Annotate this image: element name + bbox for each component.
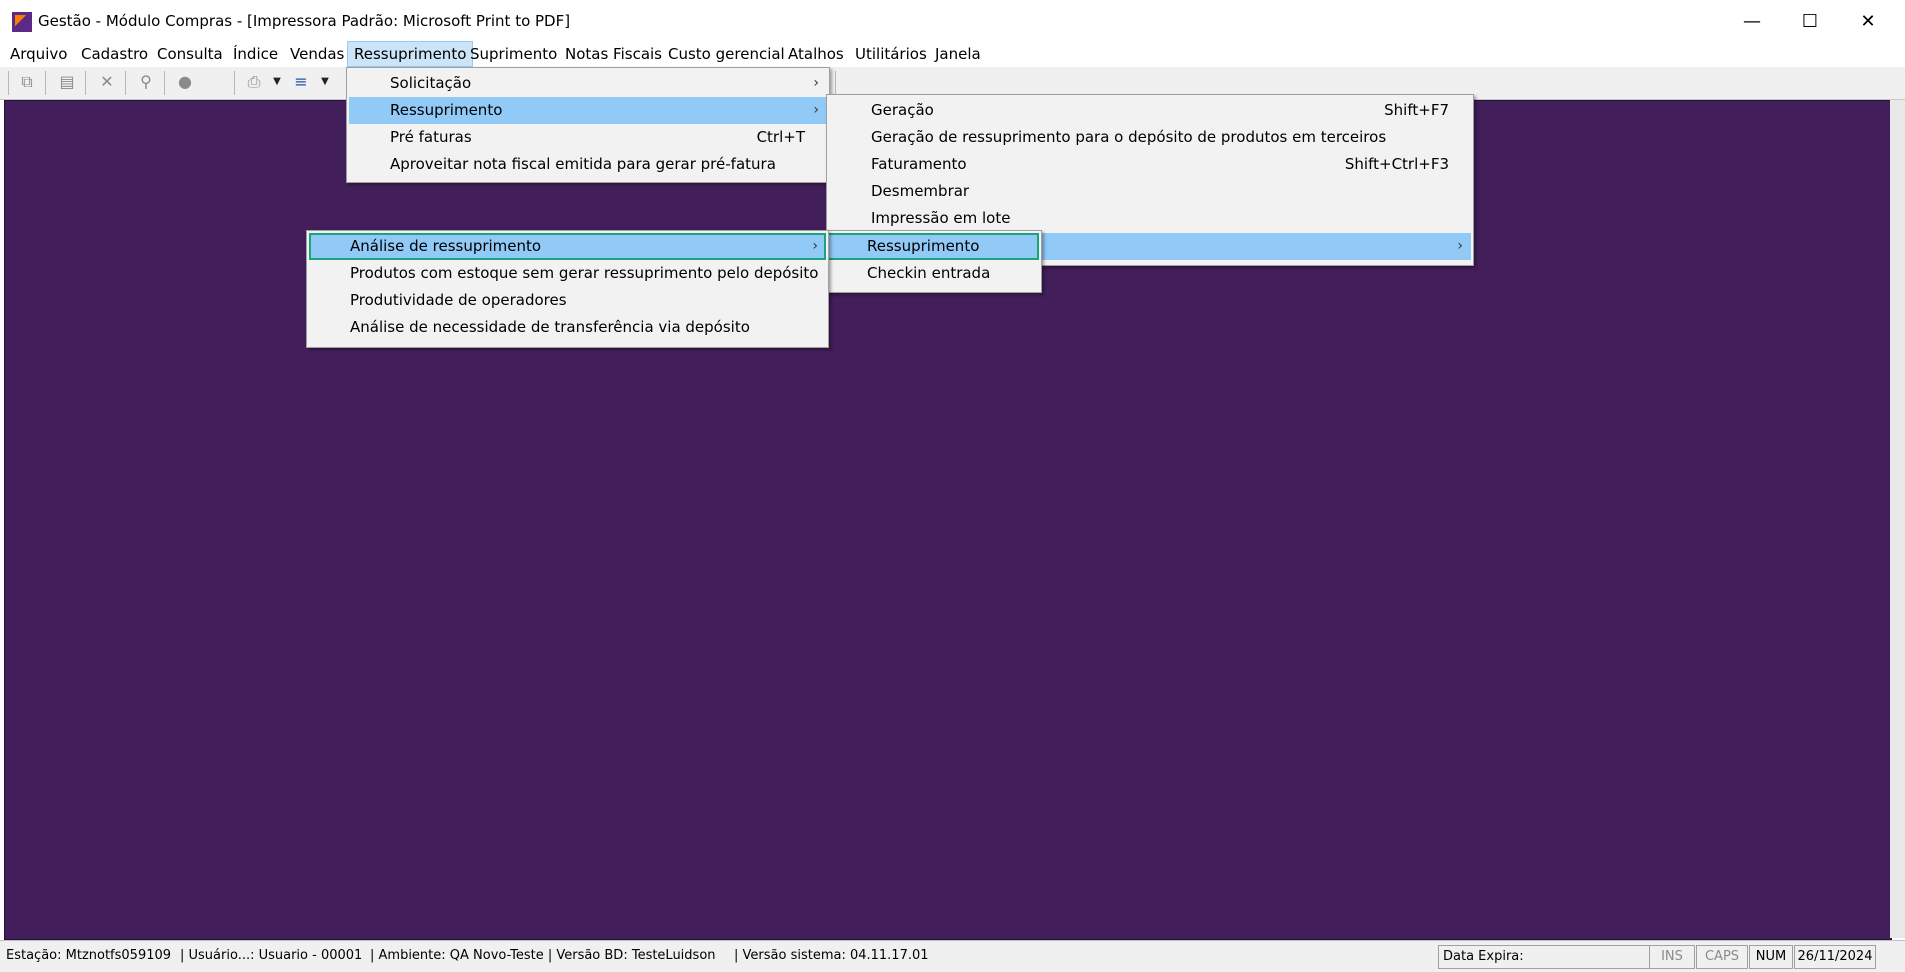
toolbar-separator xyxy=(8,71,9,95)
menu-indice[interactable]: Índice xyxy=(227,42,284,66)
menu-janela[interactable]: Janela xyxy=(929,42,987,66)
toolbar-separator xyxy=(234,71,235,95)
menu-item-solicitacao[interactable]: Solicitação › xyxy=(349,70,827,97)
toolbar-separator xyxy=(125,71,126,95)
close-button[interactable]: ✕ xyxy=(1839,0,1897,44)
status-date: 26/11/2024 xyxy=(1794,945,1876,969)
print-icon[interactable]: ⎙ xyxy=(243,71,265,93)
copy-icon[interactable]: ⧉ xyxy=(16,71,38,93)
menu-arquivo[interactable]: Arquivo xyxy=(4,42,73,66)
analise-parent-submenu: Ressuprimento Checkin entrada xyxy=(823,230,1042,293)
status-caps: CAPS xyxy=(1696,945,1748,969)
menu-item-impressao-lote[interactable]: Impressão em lote xyxy=(829,205,1471,232)
menu-item-produtos-estoque[interactable]: Produtos com estoque sem gerar ressuprim… xyxy=(309,260,826,287)
menu-item-aproveitar-nota[interactable]: Aproveitar nota fiscal emitida para gera… xyxy=(349,151,827,178)
menu-cadastro[interactable]: Cadastro xyxy=(75,42,154,66)
status-estacao: Estação: Mtznotfs059109 xyxy=(6,948,172,963)
menu-utilitarios[interactable]: Utilitários xyxy=(849,42,933,66)
record-icon[interactable]: ● xyxy=(174,71,196,93)
app-logo-icon xyxy=(12,12,32,32)
export-icon[interactable]: ≡ xyxy=(290,71,312,93)
menu-item-ressuprimento-sub[interactable]: Ressuprimento xyxy=(826,233,1039,260)
status-bar: Estação: Mtznotfs059109 | Usuário...: Us… xyxy=(0,940,1905,972)
menu-suprimento[interactable]: Suprimento xyxy=(464,42,563,66)
menu-item-checkin-entrada[interactable]: Checkin entrada xyxy=(826,260,1039,287)
menu-item-produtividade[interactable]: Produtividade de operadores xyxy=(309,287,826,314)
menu-item-faturamento[interactable]: Faturamento Shift+Ctrl+F3 xyxy=(829,151,1471,178)
export-dropdown-icon[interactable]: ▼ xyxy=(314,71,336,93)
window-title: Gestão - Módulo Compras - [Impressora Pa… xyxy=(38,12,571,30)
print-dropdown-icon[interactable]: ▼ xyxy=(266,71,288,93)
chevron-right-icon: › xyxy=(1457,238,1463,254)
chevron-right-icon: › xyxy=(812,238,818,254)
menu-notas-fiscais[interactable]: Notas Fiscais xyxy=(559,42,668,66)
search-key-icon[interactable]: ⚲ xyxy=(135,71,157,93)
toolbar-separator xyxy=(835,71,836,95)
title-bar: Gestão - Módulo Compras - [Impressora Pa… xyxy=(0,0,1905,44)
menu-item-geracao[interactable]: Geração Shift+F7 xyxy=(829,97,1471,124)
chevron-right-icon: › xyxy=(813,75,819,91)
paste-icon[interactable]: ▤ xyxy=(56,71,78,93)
vertical-scrollbar[interactable] xyxy=(1890,100,1905,938)
status-versao: | Versão sistema: 04.11.17.01 xyxy=(734,948,929,963)
menu-item-ressuprimento[interactable]: Ressuprimento › xyxy=(349,97,827,124)
chevron-right-icon: › xyxy=(813,102,819,118)
delete-icon[interactable]: ✕ xyxy=(96,71,118,93)
status-usuario: | Usuário...: Usuario - 00001 xyxy=(180,948,363,963)
menu-item-analise-ressuprimento[interactable]: Análise de ressuprimento › xyxy=(309,233,826,260)
menu-item-pre-faturas[interactable]: Pré faturas Ctrl+T xyxy=(349,124,827,151)
menu-custo-gerencial[interactable]: Custo gerencial xyxy=(662,42,791,66)
menu-item-analise-transferencia[interactable]: Análise de necessidade de transferência … xyxy=(309,314,826,341)
menu-item-geracao-terceiros[interactable]: Geração de ressuprimento para o depósito… xyxy=(829,124,1471,151)
toolbar-separator xyxy=(85,71,86,95)
toolbar-separator xyxy=(164,71,165,95)
minimize-button[interactable]: — xyxy=(1723,0,1781,44)
analise-submenu: Análise de ressuprimento › Produtos com … xyxy=(306,230,829,348)
ressuprimento-menu: Solicitação › Ressuprimento › Pré fatura… xyxy=(346,67,830,183)
menu-item-desmembrar[interactable]: Desmembrar xyxy=(829,178,1471,205)
status-data-expira: Data Expira: xyxy=(1438,945,1652,969)
menu-bar: Arquivo Cadastro Consulta Índice Vendas … xyxy=(0,41,1905,67)
menu-consulta[interactable]: Consulta xyxy=(151,42,229,66)
status-ins: INS xyxy=(1649,945,1695,969)
status-ambiente: | Ambiente: QA Novo-Teste | Versão BD: T… xyxy=(370,948,716,963)
menu-ressuprimento[interactable]: Ressuprimento xyxy=(346,41,474,67)
status-num: NUM xyxy=(1749,945,1793,969)
menu-atalhos[interactable]: Atalhos xyxy=(782,42,850,66)
menu-vendas[interactable]: Vendas xyxy=(284,42,350,66)
toolbar-separator xyxy=(45,71,46,95)
maximize-button[interactable]: ☐ xyxy=(1781,0,1839,44)
